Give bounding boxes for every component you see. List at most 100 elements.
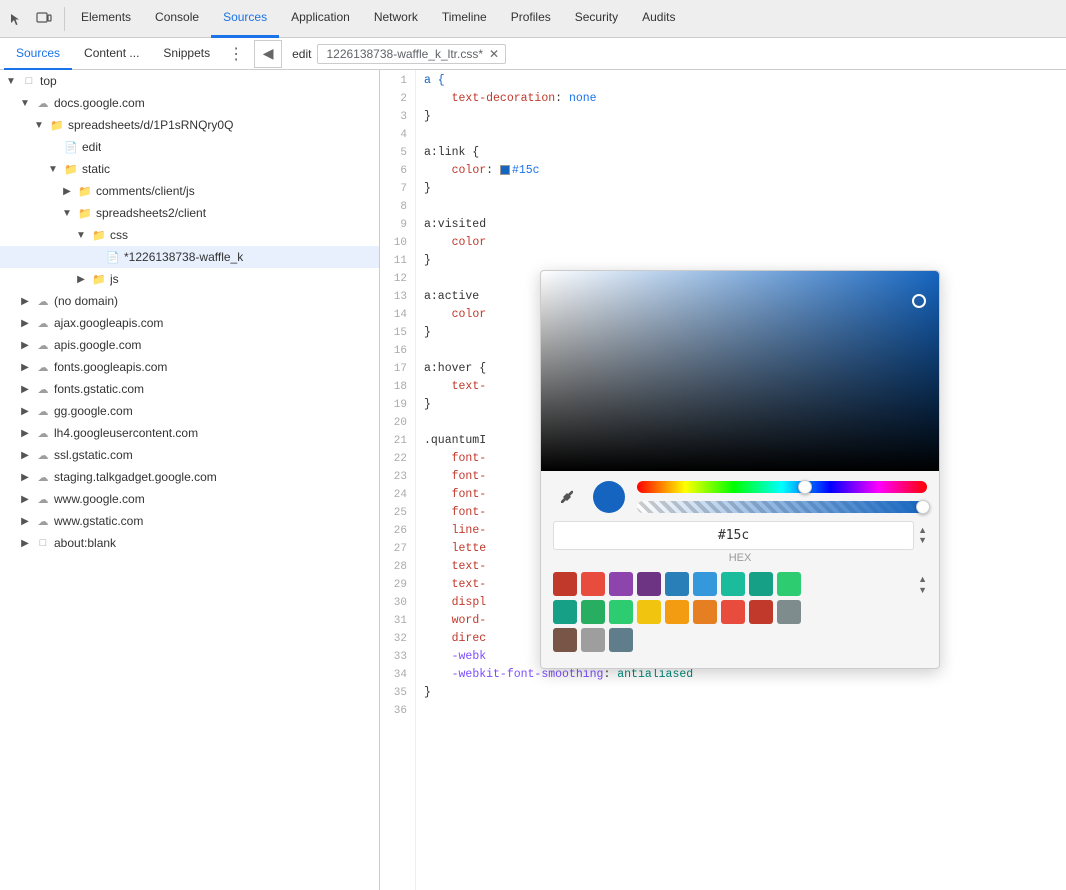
- tree-item-apis[interactable]: ▶ ☁ apis.google.com: [0, 334, 379, 356]
- tab-profiles[interactable]: Profiles: [499, 0, 563, 38]
- hex-input-row: ▲ ▼: [541, 521, 939, 550]
- main-area: ▼ □ top ▼ ☁ docs.google.com ▼ 📁 spreadsh…: [0, 70, 1066, 890]
- color-swatch-preview: [593, 481, 625, 513]
- tree-item-www-gstatic[interactable]: ▶ ☁ www.gstatic.com: [0, 510, 379, 532]
- eyedropper-button[interactable]: [553, 483, 581, 511]
- swatch[interactable]: [581, 600, 605, 624]
- tree-arrow: ▶: [18, 406, 32, 417]
- swatch[interactable]: [581, 572, 605, 596]
- swatch[interactable]: [553, 628, 577, 652]
- swatch[interactable]: [721, 572, 745, 596]
- tree-item-js[interactable]: ▶ 📁 js: [0, 268, 379, 290]
- domain-icon: ☁: [35, 315, 51, 331]
- tab-network[interactable]: Network: [362, 0, 430, 38]
- domain-icon: ☁: [35, 469, 51, 485]
- folder-icon: 📁: [91, 227, 107, 243]
- tab-sources[interactable]: Sources: [211, 0, 279, 38]
- swatch[interactable]: [693, 600, 717, 624]
- folder-icon: 📁: [77, 205, 93, 221]
- tree-item-no-domain[interactable]: ▶ ☁ (no domain): [0, 290, 379, 312]
- code-line: }: [424, 684, 1066, 702]
- subtab-sources[interactable]: Sources: [4, 38, 72, 70]
- tab-audits[interactable]: Audits: [630, 0, 687, 38]
- format-down-arrow[interactable]: ▼: [918, 536, 927, 545]
- code-line: }: [424, 252, 1066, 270]
- tree-item-www-google[interactable]: ▶ ☁ www.google.com: [0, 488, 379, 510]
- code-line: color: [424, 234, 1066, 252]
- file-tab[interactable]: 1226138738-waffle_k_ltr.css* ✕: [317, 44, 506, 64]
- device-icon[interactable]: [32, 7, 56, 31]
- tree-item-fonts-apis[interactable]: ▶ ☁ fonts.googleapis.com: [0, 356, 379, 378]
- tree-item-about-blank[interactable]: ▶ □ about:blank: [0, 532, 379, 554]
- picker-controls: [541, 471, 939, 513]
- tree-item-edit[interactable]: 📄 edit: [0, 136, 379, 158]
- tree-arrow: ▶: [60, 186, 74, 197]
- swatch[interactable]: [749, 600, 773, 624]
- code-line: color: #15c: [424, 162, 1066, 180]
- tree-item-ssl-gstatic[interactable]: ▶ ☁ ssl.gstatic.com: [0, 444, 379, 466]
- hex-input[interactable]: [553, 521, 914, 550]
- alpha-slider[interactable]: [637, 501, 927, 513]
- alpha-thumb: [916, 500, 930, 514]
- swatch[interactable]: [665, 572, 689, 596]
- swatch[interactable]: [749, 572, 773, 596]
- tab-elements[interactable]: Elements: [69, 0, 143, 38]
- swatch[interactable]: [665, 600, 689, 624]
- tree-label: fonts.gstatic.com: [54, 382, 144, 396]
- cursor-icon[interactable]: [4, 7, 28, 31]
- tree-item-comments[interactable]: ▶ 📁 comments/client/js: [0, 180, 379, 202]
- tab-console[interactable]: Console: [143, 0, 211, 38]
- format-arrows[interactable]: ▲ ▼: [918, 526, 927, 545]
- tree-item-static[interactable]: ▼ 📁 static: [0, 158, 379, 180]
- swatch[interactable]: [693, 572, 717, 596]
- file-icon: 📄: [63, 139, 79, 155]
- code-line: [424, 198, 1066, 216]
- more-button[interactable]: ⋮: [222, 44, 250, 64]
- tree-label: gg.google.com: [54, 404, 133, 418]
- swatch[interactable]: [581, 628, 605, 652]
- line-numbers: 12345 678910 1112131415 1617181920 21222…: [380, 70, 416, 890]
- domain-icon: ☁: [35, 403, 51, 419]
- sliders-area: [637, 481, 927, 513]
- subtab-snippets[interactable]: Snippets: [151, 38, 222, 70]
- nav-back-button[interactable]: ◀: [254, 40, 282, 68]
- tree-item-staging[interactable]: ▶ ☁ staging.talkgadget.google.com: [0, 466, 379, 488]
- swatch[interactable]: [553, 600, 577, 624]
- swatch[interactable]: [721, 600, 745, 624]
- swatch[interactable]: [609, 600, 633, 624]
- tree-label: apis.google.com: [54, 338, 141, 352]
- tree-item-docs-google[interactable]: ▼ ☁ docs.google.com: [0, 92, 379, 114]
- tree-item-css[interactable]: ▼ 📁 css: [0, 224, 379, 246]
- file-tab-name: 1226138738-waffle_k_ltr.css*: [326, 47, 483, 61]
- swatch[interactable]: [777, 600, 801, 624]
- swatch[interactable]: [609, 628, 633, 652]
- tree-item-top[interactable]: ▼ □ top: [0, 70, 379, 92]
- swatch[interactable]: [637, 572, 661, 596]
- swatch[interactable]: [553, 572, 577, 596]
- tree-item-ajax[interactable]: ▶ ☁ ajax.googleapis.com: [0, 312, 379, 334]
- swatch[interactable]: [609, 572, 633, 596]
- tree-item-lh4[interactable]: ▶ ☁ lh4.googleusercontent.com: [0, 422, 379, 444]
- swatch[interactable]: [777, 572, 801, 596]
- tree-item-gg-google[interactable]: ▶ ☁ gg.google.com: [0, 400, 379, 422]
- hex-label: HEX: [541, 552, 939, 564]
- domain-icon: ☁: [35, 95, 51, 111]
- tree-arrow: ▶: [18, 384, 32, 395]
- tree-item-fonts-gstatic[interactable]: ▶ ☁ fonts.gstatic.com: [0, 378, 379, 400]
- subtab-content[interactable]: Content ...: [72, 38, 151, 70]
- code-line: [424, 126, 1066, 144]
- tree-arrow: ▶: [18, 318, 32, 329]
- hue-slider[interactable]: [637, 481, 927, 493]
- format-up-arrow[interactable]: ▲: [918, 526, 927, 535]
- tab-security[interactable]: Security: [563, 0, 630, 38]
- tab-timeline[interactable]: Timeline: [430, 0, 499, 38]
- tree-item-spreadsheets[interactable]: ▼ 📁 spreadsheets/d/1P1sRNQry0Q: [0, 114, 379, 136]
- swatches-more-arrows[interactable]: ▲ ▼: [918, 574, 927, 595]
- tree-item-waffle-css[interactable]: 📄 *1226138738-waffle_k: [0, 246, 379, 268]
- tab-application[interactable]: Application: [279, 0, 362, 38]
- tree-item-spreadsheets2[interactable]: ▼ 📁 spreadsheets2/client: [0, 202, 379, 224]
- tree-arrow: ▶: [18, 340, 32, 351]
- close-file-button[interactable]: ✕: [489, 47, 499, 61]
- color-gradient-area[interactable]: [541, 271, 939, 471]
- swatch[interactable]: [637, 600, 661, 624]
